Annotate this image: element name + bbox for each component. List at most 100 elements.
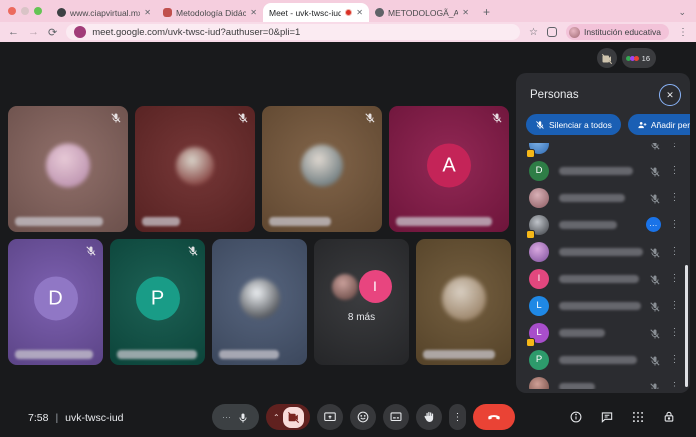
participant-row[interactable]: I⋮ (516, 265, 690, 292)
forward-button[interactable]: → (28, 26, 39, 38)
mic-off-icon[interactable] (649, 246, 661, 258)
close-tab-icon[interactable]: ✕ (356, 8, 363, 17)
tab-ciapvirtual[interactable]: www.ciapvirtual.mx ✕ (51, 3, 157, 22)
stage-indicators: 16 (597, 48, 656, 68)
profile-chip[interactable]: Institución educativa (566, 24, 669, 40)
close-panel-button[interactable]: ✕ (659, 84, 681, 106)
participant-count-chip[interactable]: 16 (622, 48, 656, 68)
reaction-badge-icon (526, 149, 535, 158)
participant-menu-icon[interactable]: ⋮ (668, 354, 681, 365)
reload-button[interactable]: ⟳ (48, 26, 57, 39)
camera-options-chevron-icon[interactable]: ⌃ (273, 413, 280, 422)
participant-row[interactable]: L⋮ (516, 292, 690, 319)
participant-row[interactable]: ...⋮ (516, 211, 690, 238)
tab-group-icon[interactable] (547, 27, 557, 37)
video-tile[interactable] (416, 239, 511, 365)
mic-off-icon[interactable] (649, 273, 661, 285)
participant-menu-icon[interactable]: ⋮ (668, 165, 681, 176)
participant-row[interactable]: P⋮ (516, 346, 690, 373)
camera-off-icon (287, 411, 300, 424)
participant-menu-icon[interactable]: ⋮ (668, 273, 681, 284)
avatar (240, 279, 280, 319)
info-button[interactable] (569, 410, 583, 424)
participant-menu-icon[interactable]: ⋮ (668, 300, 681, 311)
close-tab-icon[interactable]: ✕ (144, 8, 151, 17)
new-tab-button[interactable]: + (475, 5, 498, 22)
video-tile[interactable] (262, 106, 382, 232)
tab-meet-active[interactable]: Meet - uvk-twsc-iud ✕ (263, 3, 369, 22)
participant-row[interactable]: ⋮ (516, 238, 690, 265)
close-tab-icon[interactable]: ✕ (250, 8, 257, 17)
participant-menu-icon[interactable]: ⋮ (668, 327, 681, 338)
mic-off-icon[interactable] (649, 192, 661, 204)
video-tile[interactable]: I8 más (314, 239, 409, 365)
captions-icon (389, 410, 403, 424)
chat-button[interactable] (600, 410, 614, 424)
video-tile[interactable]: P (110, 239, 205, 365)
participant-name-blurred (559, 329, 605, 337)
tab-metodologia-didactica[interactable]: Metodología Didáctica. Secc ✕ (157, 3, 263, 22)
avatar-initial: A (427, 143, 471, 187)
mic-off-icon[interactable] (649, 300, 661, 312)
participant-list[interactable]: ⋮D⋮⋮...⋮⋮I⋮L⋮L⋮P⋮⋮ (516, 143, 690, 389)
back-button[interactable]: ← (8, 26, 19, 38)
participant-name-blurred (423, 350, 495, 359)
smile-icon (356, 410, 370, 424)
mic-off-icon (110, 111, 122, 123)
mic-button[interactable]: ⋯ (212, 404, 259, 430)
minimize-window-button[interactable] (21, 7, 29, 15)
participant-menu-icon[interactable]: ⋮ (668, 246, 681, 257)
window-controls[interactable] (0, 0, 51, 22)
panel-scrollbar[interactable] (685, 265, 688, 387)
participant-row[interactable]: ⋮ (516, 373, 690, 389)
participant-menu-icon[interactable]: ⋮ (668, 381, 681, 389)
tab-metodologia-doc[interactable]: METODOLOGÃ_A DIDÃ_CTIC ✕ (369, 3, 475, 22)
tab-recording-indicator-icon (345, 9, 352, 16)
video-tile[interactable] (8, 106, 128, 232)
browser-menu-icon[interactable]: ⋮ (678, 27, 688, 38)
mic-off-icon[interactable] (649, 143, 661, 150)
close-window-button[interactable] (8, 7, 16, 15)
host-controls-button[interactable] (662, 410, 676, 424)
video-tile[interactable]: A (389, 106, 509, 232)
reaction-badge-icon (526, 230, 535, 239)
participant-row[interactable]: D⋮ (516, 157, 690, 184)
avatar (46, 143, 90, 187)
mute-all-button[interactable]: Silenciar a todos (526, 114, 621, 135)
more-options-button[interactable]: ⋮ (449, 404, 466, 430)
close-tab-icon[interactable]: ✕ (462, 8, 469, 17)
address-bar[interactable]: meet.google.com/uvk-twsc-iud?authuser=0&… (66, 24, 520, 40)
mic-off-icon (237, 111, 249, 123)
camera-button[interactable]: ⌃ (266, 404, 310, 430)
zoom-window-button[interactable] (34, 7, 42, 15)
mic-options-icon[interactable]: ⋯ (222, 412, 232, 423)
mic-off-icon[interactable] (649, 327, 661, 339)
participant-name-blurred (559, 248, 643, 256)
present-button[interactable] (317, 404, 343, 430)
tab-search-chevron-icon[interactable]: ⌄ (678, 7, 696, 22)
participant-menu-icon[interactable]: ⋮ (668, 143, 681, 149)
activities-button[interactable] (631, 410, 645, 424)
avatar (569, 27, 580, 38)
mic-off-icon[interactable] (649, 381, 661, 390)
participant-menu-icon[interactable]: ⋮ (668, 192, 681, 203)
captions-button[interactable] (383, 404, 409, 430)
url-text[interactable]: meet.google.com/uvk-twsc-iud?authuser=0&… (92, 27, 300, 38)
bookmark-star-icon[interactable]: ☆ (529, 27, 538, 38)
participant-row[interactable]: L⋮ (516, 319, 690, 346)
reactions-button[interactable] (350, 404, 376, 430)
mic-off-icon[interactable] (649, 165, 661, 177)
end-call-button[interactable] (473, 404, 515, 430)
participant-menu-icon[interactable]: ⋮ (668, 219, 681, 230)
raise-hand-button[interactable] (416, 404, 442, 430)
video-tile[interactable]: D (8, 239, 103, 365)
avatar (529, 143, 549, 154)
avatar (442, 276, 486, 320)
mic-off-icon[interactable] (649, 354, 661, 366)
participant-row[interactable]: ⋮ (516, 184, 690, 211)
add-people-button[interactable]: Añadir personas (628, 114, 690, 135)
video-tile[interactable] (135, 106, 255, 232)
participant-row[interactable]: ⋮ (516, 143, 690, 157)
video-tile[interactable] (212, 239, 307, 365)
site-permissions-icon[interactable] (74, 26, 86, 38)
